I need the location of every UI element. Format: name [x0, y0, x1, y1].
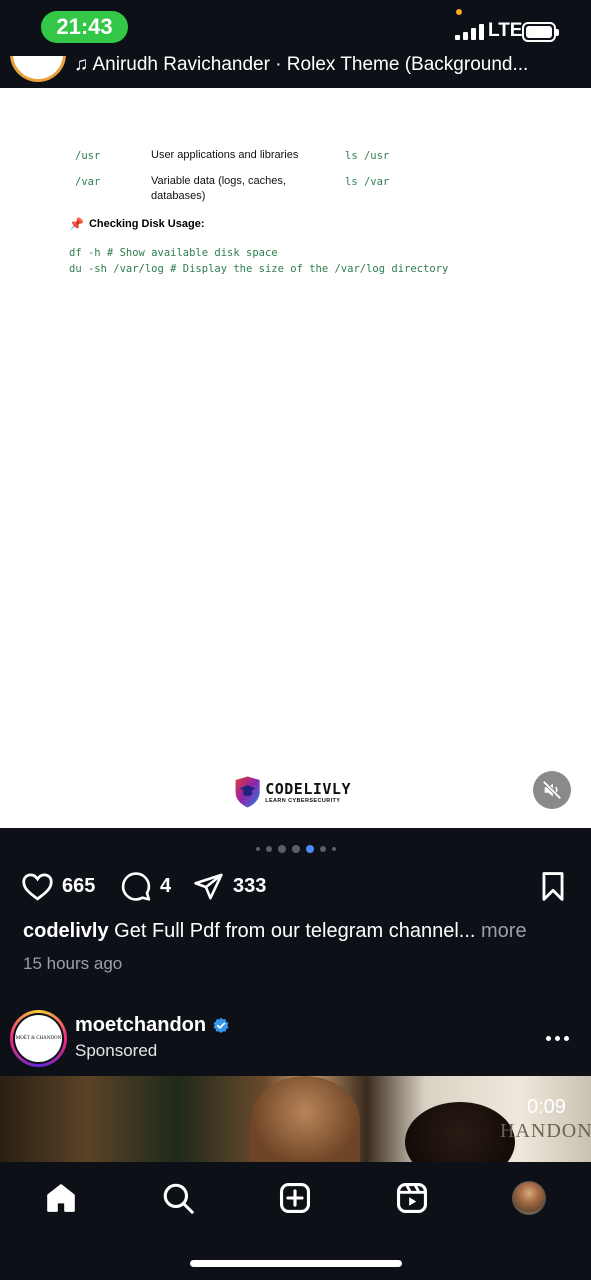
- sponsored-label: Sponsored: [75, 1041, 158, 1060]
- nav-create[interactable]: [275, 1178, 315, 1218]
- dir-description: Variable data (logs, caches, databases): [151, 175, 286, 202]
- pushpin-icon: 📌: [69, 217, 84, 231]
- codelivly-logo: CODELIVLY LEARN CYBERSECURITY: [233, 771, 351, 813]
- more-dots-icon: [546, 1035, 551, 1041]
- post-author-avatar[interactable]: [10, 56, 66, 82]
- bottom-navigation: [0, 1162, 591, 1280]
- dir-command: ls /var: [345, 176, 390, 188]
- carousel-dot-active: [305, 845, 314, 853]
- heart-icon: [22, 873, 53, 901]
- post-image[interactable]: /usr User applications and libraries ls …: [0, 88, 591, 828]
- comment-button[interactable]: 4: [120, 871, 171, 902]
- nav-profile[interactable]: [509, 1178, 549, 1218]
- share-button[interactable]: 333: [192, 871, 266, 902]
- mute-button[interactable]: [533, 771, 571, 809]
- caption-username[interactable]: codelivly: [23, 920, 109, 942]
- comment-count: 4: [160, 875, 172, 897]
- post-header: ♫ Anirudh Ravichander · Rolex Theme (Bac…: [0, 56, 591, 88]
- shield-logo-icon: [235, 776, 260, 808]
- status-bar: 21:43 LTE: [0, 0, 591, 56]
- home-icon: [47, 1184, 75, 1212]
- nav-home[interactable]: [41, 1178, 81, 1218]
- post-audio-track[interactable]: ♫ Anirudh Ravichander · Rolex Theme (Bac…: [74, 56, 528, 76]
- privacy-indicator-dot: [456, 9, 462, 15]
- carousel-indicator: [0, 844, 591, 854]
- dir-path: /var: [75, 176, 101, 188]
- media-brand-text: HANDON: [500, 1120, 591, 1142]
- code-line: du -sh /var/log # Display the size of th…: [69, 263, 449, 275]
- nav-reels[interactable]: [392, 1178, 432, 1218]
- sponsor-avatar-text: MOËT & CHANDON: [15, 1015, 62, 1062]
- section-heading-row: 📌 Checking Disk Usage:: [69, 217, 205, 231]
- share-count: 333: [233, 875, 267, 897]
- dir-path: /usr: [75, 150, 101, 162]
- signal-strength-icon: [455, 24, 484, 40]
- bookmark-icon: [542, 872, 564, 901]
- logo-name: CODELIVLY: [265, 780, 351, 798]
- comment-icon: [121, 872, 151, 901]
- search-icon: [163, 1183, 194, 1214]
- like-count: 665: [62, 875, 96, 897]
- sponsor-username[interactable]: moetchandon: [75, 1014, 206, 1037]
- send-icon: [194, 873, 223, 900]
- logo-tagline: LEARN CYBERSECURITY: [265, 798, 341, 804]
- sponsor-avatar[interactable]: MOËT & CHANDON: [10, 1010, 67, 1067]
- status-time: 21:43: [41, 11, 128, 43]
- code-line: df -h # Show available disk space: [69, 247, 278, 259]
- nav-search[interactable]: [158, 1178, 198, 1218]
- more-options-button[interactable]: [546, 1028, 572, 1048]
- sponsored-video[interactable]: HANDON: [0, 1076, 591, 1162]
- create-icon: [279, 1182, 311, 1214]
- save-button[interactable]: [539, 871, 567, 902]
- reels-icon: [396, 1182, 428, 1214]
- home-indicator[interactable]: [190, 1260, 402, 1267]
- like-button[interactable]: 665: [21, 871, 95, 902]
- dir-description: User applications and libraries: [151, 149, 299, 161]
- verified-badge-icon: [213, 1017, 229, 1033]
- video-duration: 0:09: [527, 1096, 566, 1118]
- post-timestamp: 15 hours ago: [23, 954, 123, 973]
- dir-command: ls /usr: [345, 150, 390, 162]
- caption-more-link[interactable]: more: [481, 920, 527, 942]
- speaker-muted-icon: [542, 780, 562, 800]
- post-actions: 665 4 333: [0, 868, 591, 908]
- post-caption[interactable]: codelivly Get Full Pdf from our telegram…: [23, 920, 571, 943]
- battery-icon: [522, 22, 559, 42]
- network-type: LTE: [488, 20, 523, 41]
- section-heading: Checking Disk Usage:: [88, 218, 205, 230]
- caption-text: Get Full Pdf from our telegram channel..…: [114, 920, 476, 942]
- sponsor-name-row[interactable]: moetchandon: [75, 1014, 230, 1037]
- profile-avatar: [512, 1181, 546, 1215]
